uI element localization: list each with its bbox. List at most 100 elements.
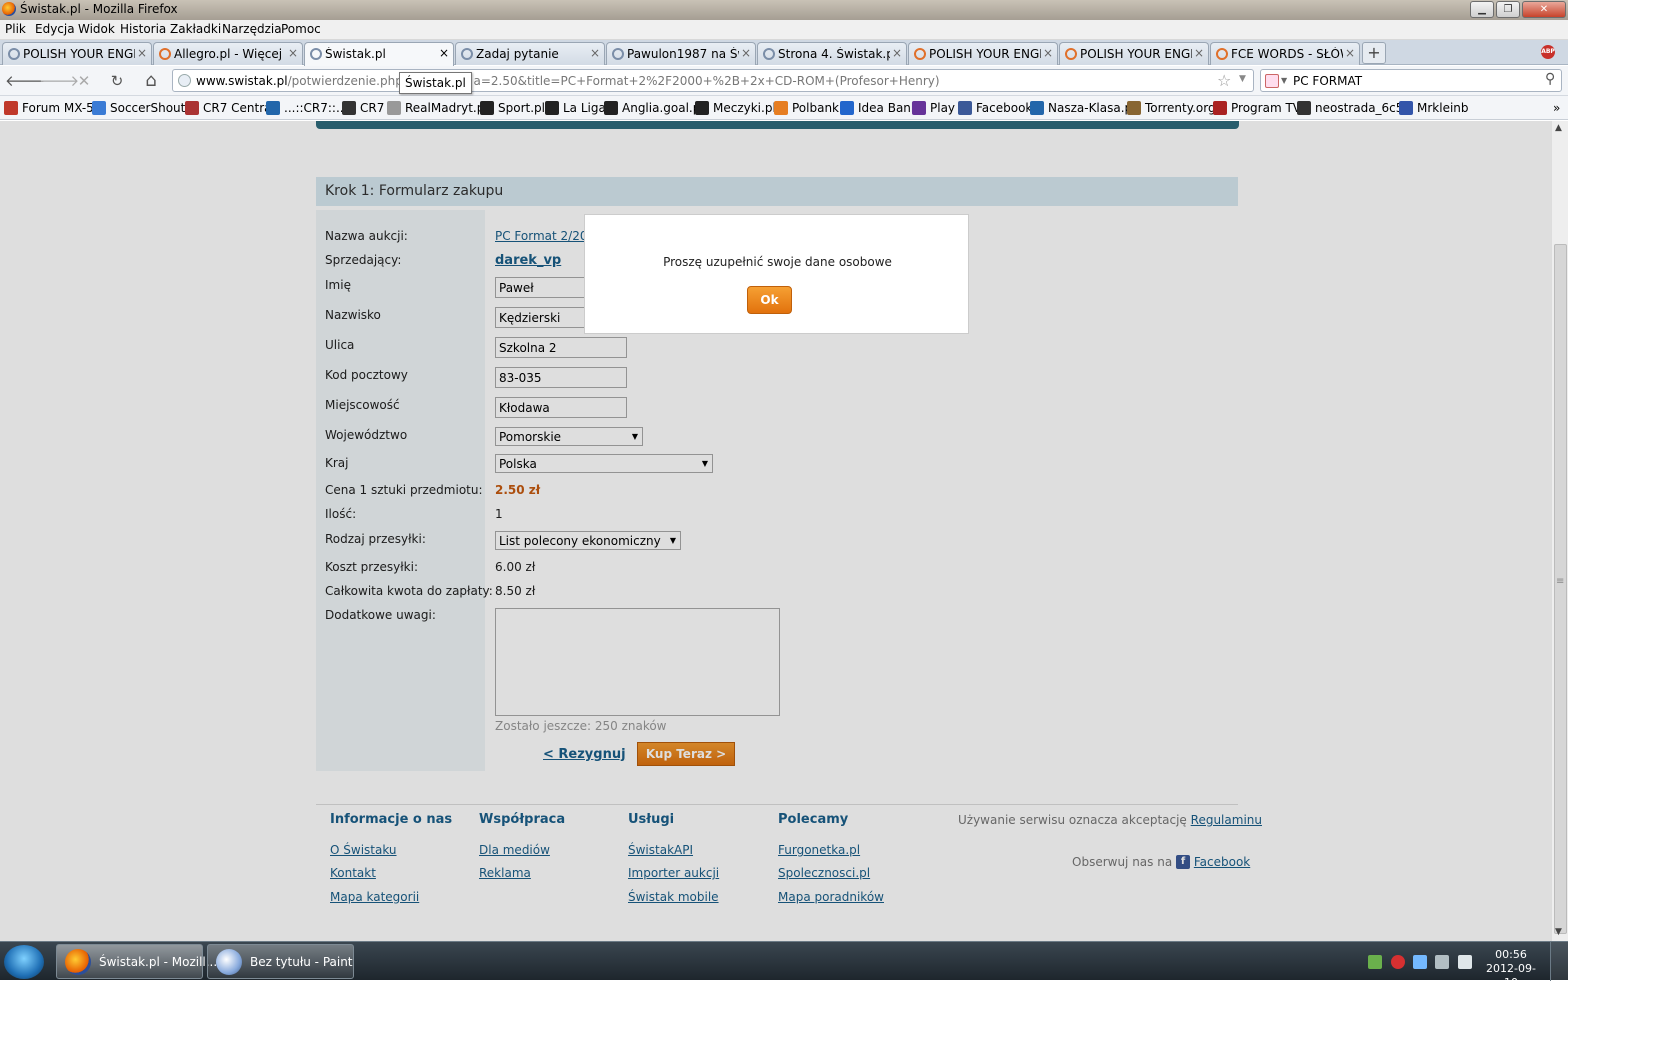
allegro-icon xyxy=(1216,48,1228,60)
ok-button[interactable]: Ok xyxy=(747,286,792,314)
bookmark-label: Program TV xyxy=(1231,101,1301,115)
stop-icon[interactable]: ✕ xyxy=(73,70,95,92)
taskbar-item-label: Świstak.pl - Mozill... xyxy=(99,955,218,969)
tab-close-icon[interactable]: × xyxy=(288,46,298,60)
show-desktop-button[interactable] xyxy=(1550,942,1568,981)
tab-close-icon[interactable]: × xyxy=(439,46,449,60)
bookmark-favicon-icon xyxy=(695,101,709,115)
bookmark-star-icon[interactable]: ☆ xyxy=(1217,71,1231,90)
scroll-down-icon[interactable]: ▼ xyxy=(1555,927,1562,937)
menu-widok[interactable]: Widok xyxy=(78,22,115,36)
reload-icon[interactable]: ↻ xyxy=(106,70,128,92)
search-engine-icon[interactable] xyxy=(1265,74,1279,88)
tab-close-icon[interactable]: × xyxy=(892,46,902,60)
menu-zakladki[interactable]: Zakładki xyxy=(170,22,221,36)
tab-close-icon[interactable]: × xyxy=(1194,46,1204,60)
tab-1[interactable]: Allegro.pl - Więcej ni...× xyxy=(153,42,303,65)
bookmark-item[interactable]: CR7 xyxy=(342,101,384,115)
home-icon[interactable]: ⌂ xyxy=(140,70,162,92)
back-icon[interactable]: 🡐 xyxy=(5,70,45,92)
menu-historia[interactable]: Historia xyxy=(120,22,166,36)
tab-label: Świstak.pl xyxy=(325,47,386,61)
menu-plik[interactable]: Plik xyxy=(5,22,26,36)
bookmark-item[interactable]: Program TV xyxy=(1213,101,1301,115)
tab-close-icon[interactable]: × xyxy=(1345,46,1355,60)
bookmark-item[interactable]: Polbank xyxy=(774,101,839,115)
bookmark-item[interactable]: neostrada_6c58 xyxy=(1297,101,1411,115)
bookmark-item[interactable]: SoccerShouts xyxy=(92,101,192,115)
address-bar[interactable]: www.swistak.pl/potwierdzenie.php?id=16 a=… xyxy=(172,69,1254,92)
bookmark-favicon-icon xyxy=(1399,101,1413,115)
taskbar-firefox[interactable]: Świstak.pl - Mozill... xyxy=(56,944,217,979)
tab-tooltip: Świstak.pl xyxy=(399,72,472,94)
bookmark-item[interactable]: Mrkleinb xyxy=(1399,101,1469,115)
bookmark-item[interactable]: ...::CR7::... xyxy=(266,101,347,115)
search-icon[interactable]: ⚲ xyxy=(1545,71,1555,87)
bookmark-item[interactable]: Play xyxy=(912,101,955,115)
paint-icon xyxy=(216,949,242,975)
bookmark-item[interactable]: Sport.pl xyxy=(480,101,545,115)
network-icon[interactable] xyxy=(1413,955,1427,969)
tab-close-icon[interactable]: × xyxy=(1043,46,1053,60)
minimize-button[interactable]: ▁ xyxy=(1470,1,1494,18)
opera-icon[interactable] xyxy=(1391,955,1405,969)
close-window-button[interactable]: ✕ xyxy=(1522,1,1566,18)
tab-2[interactable]: Świstak.pl × xyxy=(304,42,454,66)
scroll-up-icon[interactable]: ▲ xyxy=(1555,123,1562,133)
maximize-button[interactable]: ❐ xyxy=(1496,1,1520,18)
keyboard-icon[interactable] xyxy=(1458,955,1472,969)
start-button[interactable] xyxy=(4,945,44,979)
bookmark-item[interactable]: La Liga xyxy=(545,101,606,115)
bookmark-item[interactable]: Anglia.goal.pl xyxy=(604,101,704,115)
windows-taskbar: Świstak.pl - Mozill... Bez tytułu - Pain… xyxy=(0,941,1568,989)
tab-3[interactable]: Zadaj pytanie × xyxy=(455,42,605,65)
bookmark-item[interactable]: Meczyki.pl xyxy=(695,101,776,115)
system-clock[interactable]: 00:56 2012-09-10 xyxy=(1481,948,1541,990)
chevron-down-icon[interactable]: ▼ xyxy=(1281,76,1287,85)
tab-label: POLISH YOUR ENGLI... xyxy=(1080,47,1192,61)
adblock-icon[interactable]: ABP xyxy=(1541,45,1555,59)
tab-label: Pawulon1987 na Świ... xyxy=(627,47,739,61)
new-tab-button[interactable]: + xyxy=(1362,42,1386,64)
bookmark-label: Idea Bank xyxy=(858,101,918,115)
swistak-icon xyxy=(612,48,624,60)
tab-label: POLISH YOUR ENGLI... xyxy=(23,47,135,61)
tab-close-icon[interactable]: × xyxy=(741,46,751,60)
menu-edycja[interactable]: Edycja xyxy=(35,22,75,36)
volume-icon[interactable] xyxy=(1435,955,1449,969)
search-input[interactable]: ▼ PC FORMAT ⚲ xyxy=(1260,69,1562,92)
bookmark-item[interactable]: Nasza-Klasa.pl xyxy=(1030,101,1136,115)
bookmark-item[interactable]: Torrenty.org xyxy=(1127,101,1216,115)
bookmark-label: neostrada_6c58 xyxy=(1315,101,1412,115)
forward-icon[interactable]: 🡒 xyxy=(39,70,79,92)
site-identity-icon[interactable] xyxy=(178,74,191,87)
tab-0[interactable]: POLISH YOUR ENGLI...× xyxy=(2,42,152,65)
tab-6[interactable]: POLISH YOUR ENGLI...× xyxy=(908,42,1058,65)
tab-close-icon[interactable]: × xyxy=(590,46,600,60)
menu-narzedzia[interactable]: Narzędzia xyxy=(222,22,282,36)
bookmark-item[interactable]: Facebook xyxy=(958,101,1032,115)
taskbar-paint[interactable]: Bez tytułu - Paint xyxy=(207,944,354,979)
bookmark-favicon-icon xyxy=(185,101,199,115)
bookmarks-overflow-icon[interactable]: » xyxy=(1553,101,1560,115)
bookmark-item[interactable]: CR7 Central xyxy=(185,101,275,115)
menu-pomoc[interactable]: Pomoc xyxy=(281,22,321,36)
scroll-thumb[interactable] xyxy=(1554,244,1567,934)
swistak-icon xyxy=(310,48,322,60)
tab-close-icon[interactable]: × xyxy=(137,46,147,60)
tab-5[interactable]: Strona 4. Świstak.pl -...× xyxy=(757,42,907,65)
bookmark-favicon-icon xyxy=(1213,101,1227,115)
shield-icon[interactable] xyxy=(1368,955,1382,969)
page-scrollbar[interactable]: ▲ ≡ ▼ xyxy=(1551,121,1568,941)
chevron-down-icon[interactable]: ▼ xyxy=(1239,74,1246,84)
tab-label: POLISH YOUR ENGLI... xyxy=(929,47,1041,61)
bookmark-item[interactable]: Forum MX-5 xyxy=(4,101,94,115)
bookmark-item[interactable]: Idea Bank xyxy=(840,101,918,115)
bookmark-item[interactable]: RealMadryt.pl xyxy=(387,101,488,115)
tab-8[interactable]: FCE WORDS - SŁÓW...× xyxy=(1210,42,1360,65)
tab-7[interactable]: POLISH YOUR ENGLI...× xyxy=(1059,42,1209,65)
bookmark-favicon-icon xyxy=(545,101,559,115)
tab-4[interactable]: Pawulon1987 na Świ...× xyxy=(606,42,756,65)
bookmark-label: Forum MX-5 xyxy=(22,101,94,115)
clock-time: 00:56 xyxy=(1495,948,1527,961)
